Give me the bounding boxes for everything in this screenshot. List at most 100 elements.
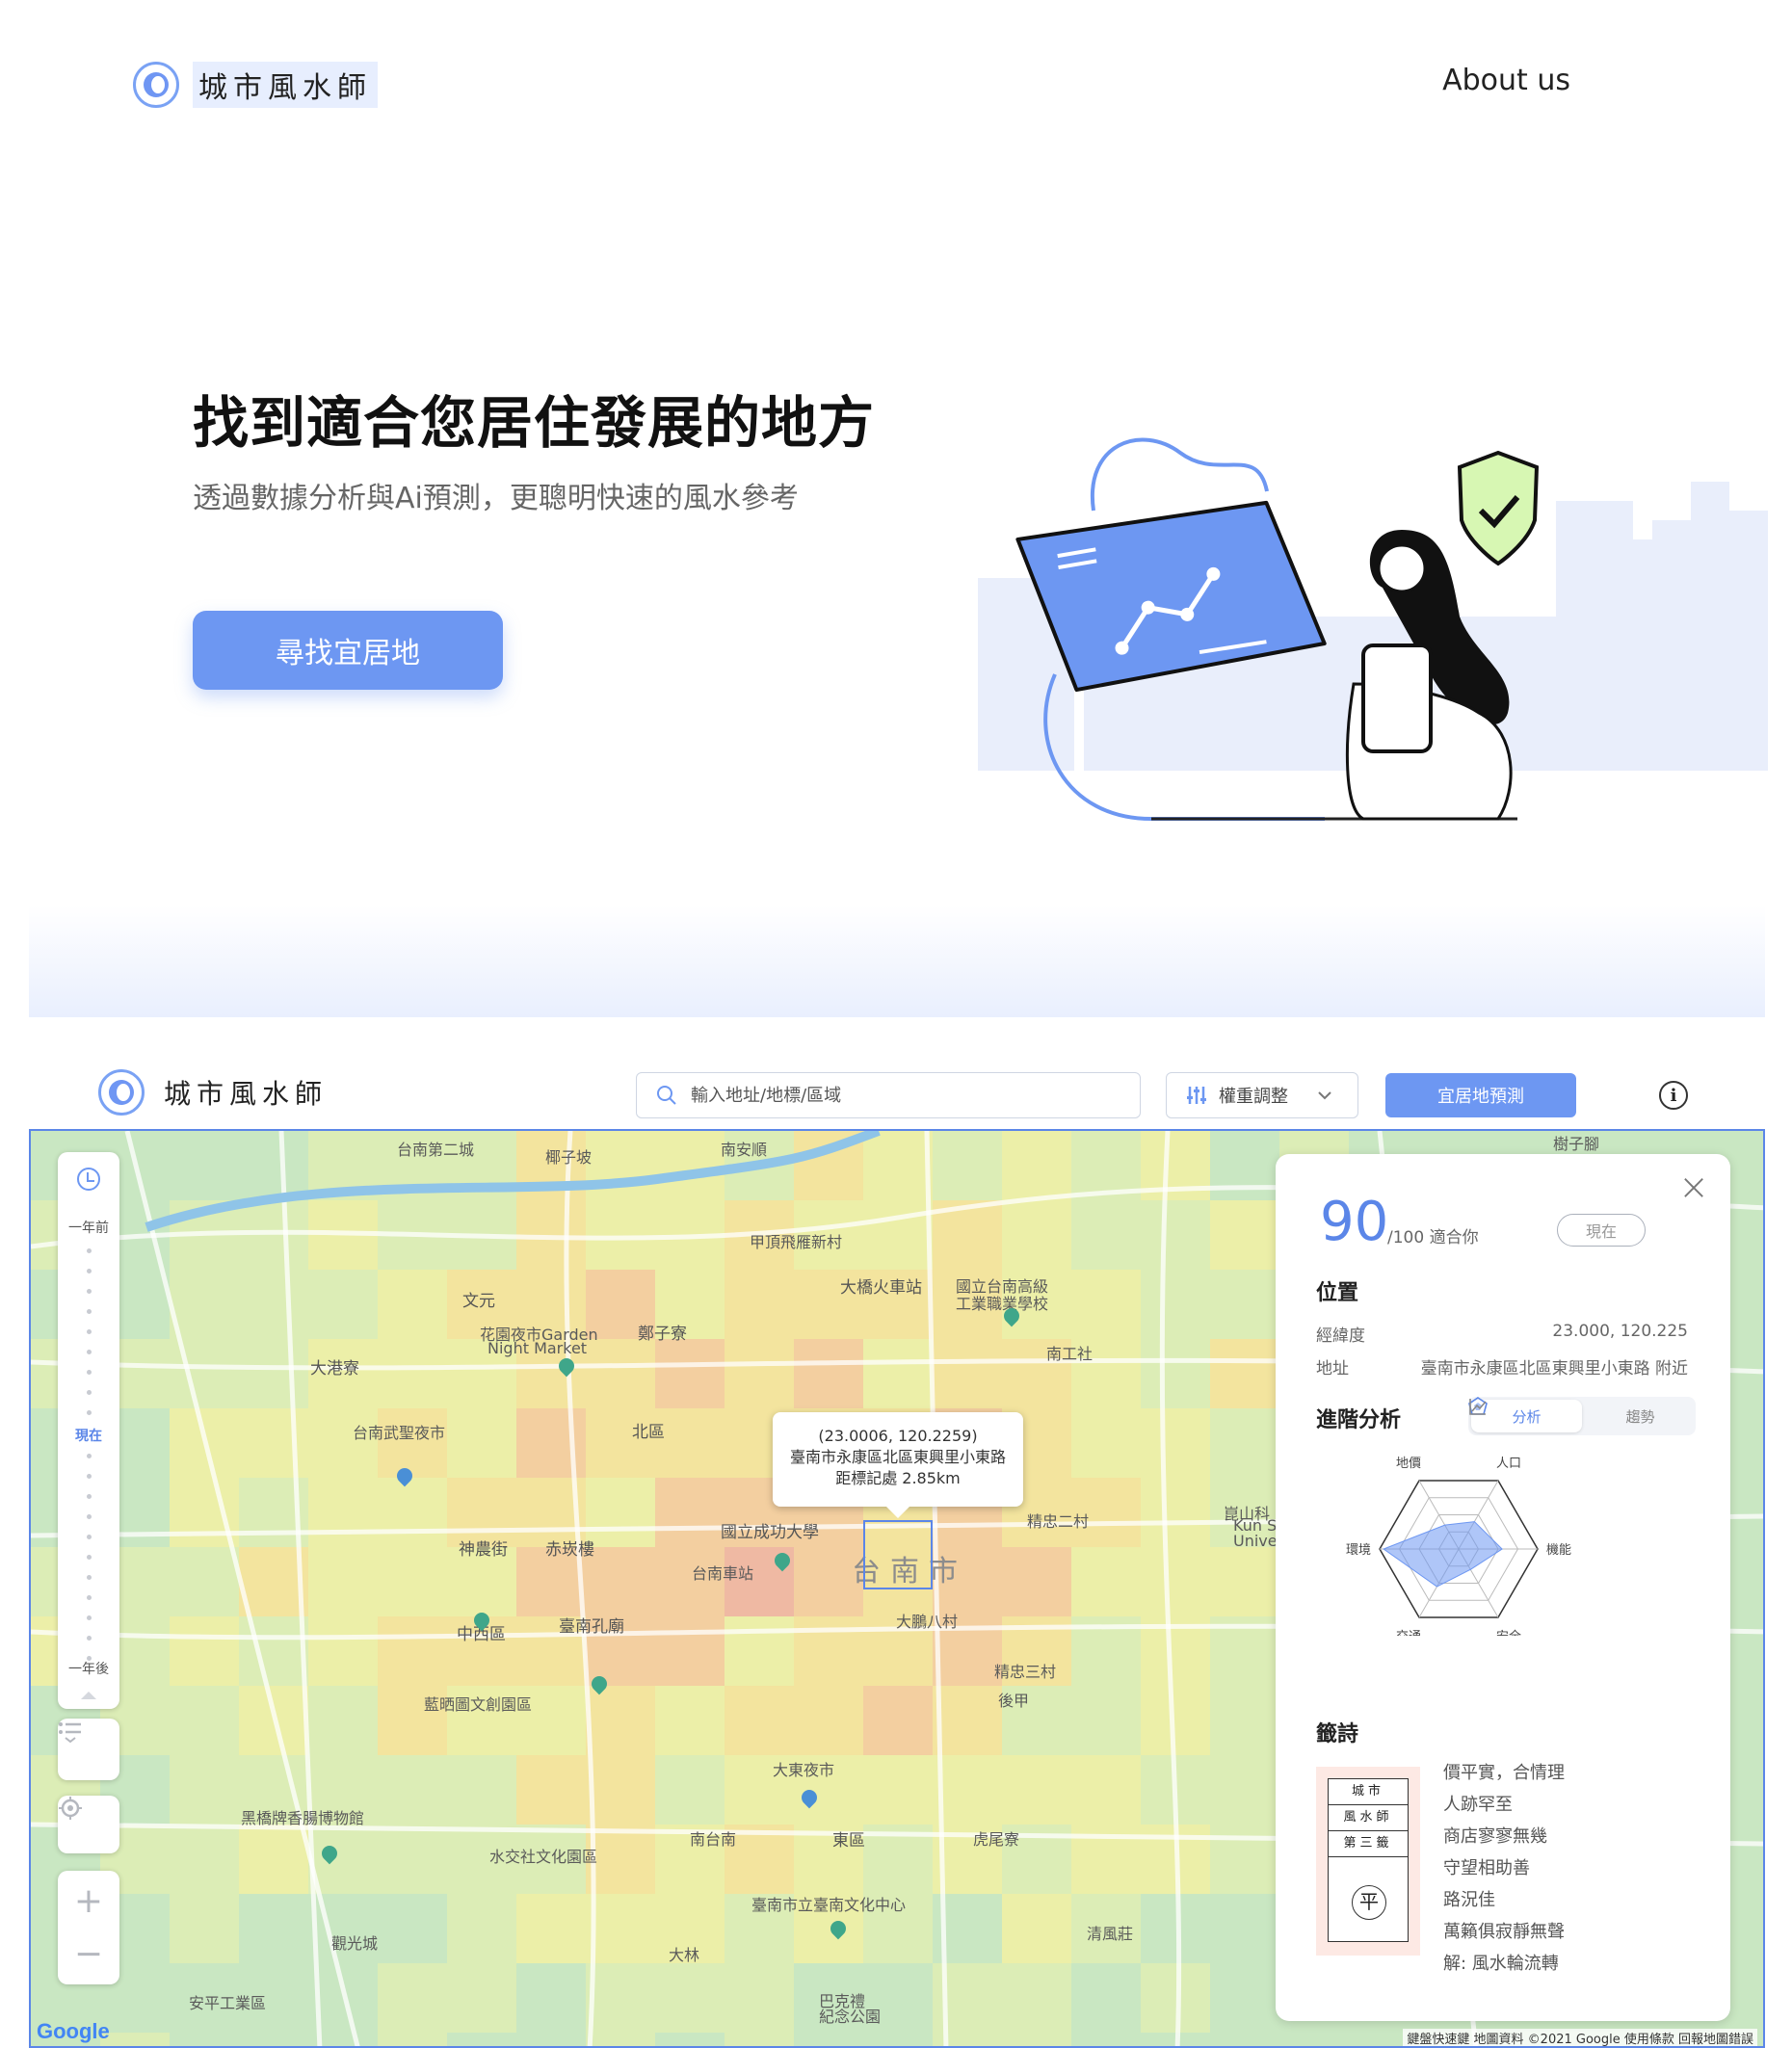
timeline-tick[interactable]	[87, 1390, 92, 1395]
fortune-card-line3: 第三籤	[1329, 1831, 1408, 1857]
heat-cell	[1002, 1547, 1071, 1616]
zoom-controls: + −	[58, 1871, 119, 1984]
map-label: 台南第二城	[397, 1141, 475, 1159]
timeline-tick[interactable]	[87, 1535, 92, 1539]
heat-cell	[447, 2033, 516, 2046]
timeline-tick[interactable]	[87, 1575, 92, 1580]
map-label: 大東夜市	[773, 1761, 835, 1779]
heat-cell	[516, 2033, 586, 2046]
map-label: 紀念公園	[819, 2008, 882, 2026]
timeline-tick[interactable]	[87, 1248, 92, 1253]
hero-title: 找到適合您居住發展的地方	[193, 390, 876, 456]
timeline-slider[interactable]: 一年前 現在 一年後	[58, 1152, 119, 1709]
location-popup: (23.0006, 120.2259) 臺南市永康區北區東興里小東路 距標記處 …	[773, 1412, 1023, 1518]
heatmap-map[interactable]: 台南第二城 椰子坡 南安順 樹子腳 大橋火車站 國立台南高級 工業職業學校 文元…	[29, 1129, 1765, 2048]
map-attribution[interactable]: 鍵盤快速鍵 地圖資料 ©2021 Google 使用條款 回報地圖錯誤	[1403, 2029, 1757, 2046]
heat-cell	[1071, 1963, 1141, 2033]
weight-adjust-label: 權重調整	[1219, 1087, 1288, 1107]
poem-line: 路況佳	[1443, 1890, 1495, 1910]
heat-cell	[170, 1616, 239, 1686]
app-brand-logo[interactable]: 城市風水師	[98, 1069, 333, 1116]
map-label: 南工社	[1046, 1345, 1094, 1363]
map-label: 椰子坡	[545, 1148, 593, 1167]
heat-cell	[239, 1270, 308, 1339]
timeline-tick[interactable]	[87, 1474, 92, 1479]
legend-toggle-button[interactable]	[58, 1719, 119, 1780]
heat-cell	[794, 1616, 863, 1686]
map-label: 國立成功大學	[721, 1523, 819, 1542]
timeline-tick[interactable]	[87, 1514, 92, 1519]
timeline-tick[interactable]	[87, 1615, 92, 1620]
poem-line: 守望相助善	[1443, 1858, 1530, 1878]
tab-analysis-label: 分析	[1512, 1407, 1542, 1426]
heat-cell	[170, 2033, 239, 2046]
heat-cell	[170, 1825, 239, 1894]
timeline-tick[interactable]	[87, 1350, 92, 1354]
map-label: 大港寮	[310, 1359, 359, 1378]
selected-cell[interactable]	[863, 1520, 933, 1589]
poem-line: 商店寥寥無幾	[1443, 1826, 1547, 1847]
map-label: 臺南市立臺南文化中心	[751, 1896, 907, 1914]
locate-button[interactable]	[58, 1796, 119, 1853]
heat-cell	[863, 1339, 933, 1408]
analysis-title: 進階分析	[1316, 1408, 1402, 1432]
heat-cell	[725, 1339, 794, 1408]
map-label: 台南武聖夜市	[353, 1424, 446, 1442]
brand-logo[interactable]: 城市風水師	[133, 62, 378, 108]
heat-cell	[586, 1478, 655, 1547]
about-us-link[interactable]: About us	[1442, 64, 1570, 97]
map-label: 黑橋牌香腸博物館	[241, 1809, 365, 1827]
timeline-tick[interactable]	[87, 1410, 92, 1415]
timeline-tick[interactable]	[87, 1269, 92, 1273]
timeline-tick[interactable]	[87, 1329, 92, 1334]
search-input[interactable]	[691, 1085, 1095, 1106]
tab-trend[interactable]: 趨勢	[1469, 1397, 1696, 1435]
livability-score: 90	[1320, 1191, 1389, 1253]
hero-illustration	[978, 437, 1768, 821]
chevron-up-icon[interactable]	[81, 1692, 96, 1699]
timeline-now-label[interactable]: 現在	[58, 1426, 119, 1445]
radar-axis-label: 環境	[1346, 1543, 1371, 1558]
timeline-tick[interactable]	[87, 1656, 92, 1661]
timeline-tick[interactable]	[87, 1636, 92, 1641]
heat-cell	[239, 1616, 308, 1686]
tab-analysis[interactable]: 分析	[1468, 1397, 1582, 1432]
hero-subtitle: 透過數據分析與Ai預測，更聰明快速的風水參考	[193, 482, 799, 515]
info-icon[interactable]: i	[1659, 1081, 1688, 1110]
heat-cell	[655, 2033, 725, 2046]
timeline-tick[interactable]	[87, 1494, 92, 1499]
timeline-tick[interactable]	[87, 1595, 92, 1600]
trend-icon	[1469, 1399, 1487, 1415]
zoom-in-icon[interactable]: +	[74, 1881, 103, 1921]
close-icon[interactable]: ×	[1678, 1166, 1709, 1208]
map-label: 藍晒圖文創園區	[424, 1695, 533, 1714]
timeline-tick[interactable]	[87, 1370, 92, 1375]
predict-button[interactable]: 宜居地預測	[1385, 1073, 1576, 1117]
timeline-tick[interactable]	[87, 1309, 92, 1314]
map-label: 虎尾寮	[973, 1830, 1020, 1849]
heat-cell	[378, 2033, 447, 2046]
timeline-tick[interactable]	[87, 1555, 92, 1560]
heat-cell	[863, 1131, 933, 1200]
heat-cell	[170, 1547, 239, 1616]
timeline-tick[interactable]	[87, 1289, 92, 1294]
search-box[interactable]	[636, 1072, 1141, 1118]
poem-title: 籤詩	[1316, 1722, 1359, 1746]
map-label: 南台南	[690, 1830, 737, 1849]
heat-cell	[1002, 1755, 1071, 1825]
heat-cell	[1141, 1339, 1210, 1408]
heat-cell	[239, 1894, 308, 1963]
heat-cell	[725, 1616, 794, 1686]
tab-trend-label: 趨勢	[1625, 1407, 1655, 1426]
zoom-out-icon[interactable]: −	[74, 1934, 103, 1974]
heat-cell	[933, 1339, 1002, 1408]
section-divider	[29, 906, 1765, 1017]
find-home-button[interactable]: 尋找宜居地	[193, 611, 503, 690]
heat-cell	[794, 2033, 863, 2046]
brand-name: 城市風水師	[193, 62, 378, 108]
timeline-tick[interactable]	[87, 1454, 92, 1458]
heat-cell	[1210, 1339, 1279, 1408]
heat-cell	[655, 1131, 725, 1200]
weight-adjust-dropdown[interactable]: 權重調整	[1166, 1072, 1358, 1118]
time-badge[interactable]: 現在	[1557, 1214, 1646, 1247]
